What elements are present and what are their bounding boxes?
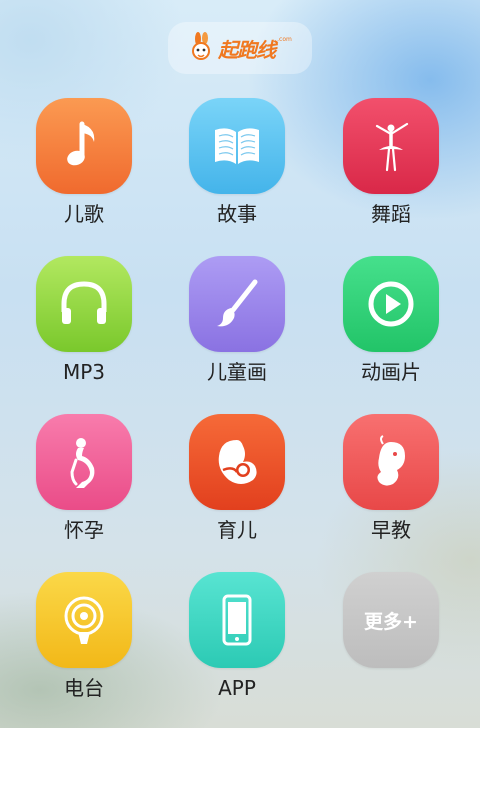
app-tile[interactable]: [189, 414, 285, 510]
app-label: 电台: [64, 676, 104, 700]
app-item-mp3[interactable]: MP3: [24, 256, 144, 396]
more-apps-item[interactable]: 更多+: [331, 572, 451, 712]
radio-broadcast-icon: [64, 596, 104, 644]
music-note-icon: [67, 121, 95, 166]
app-item-ertonghua[interactable]: 儿童画: [177, 256, 297, 396]
app-label: 儿歌: [64, 202, 104, 226]
app-tile[interactable]: [36, 98, 132, 194]
app-tile[interactable]: [343, 256, 439, 352]
app-tile[interactable]: [36, 414, 132, 510]
app-item-wudao[interactable]: 舞蹈: [331, 98, 451, 238]
app-tile[interactable]: [36, 572, 132, 668]
app-label: 动画片: [361, 360, 421, 384]
app-logo: 起跑线 .com: [168, 22, 312, 74]
logo-domain-suffix: .com: [277, 36, 292, 43]
ballerina-icon: [375, 122, 409, 172]
app-label: APP: [218, 676, 256, 700]
app-item-erge[interactable]: 儿歌: [24, 98, 144, 238]
smartphone-icon: [222, 594, 252, 646]
app-item-diantai[interactable]: 电台: [24, 572, 144, 712]
app-item-huaiyun[interactable]: 怀孕: [24, 414, 144, 554]
app-tile[interactable]: [189, 572, 285, 668]
open-book-icon: [215, 128, 259, 164]
app-item-yuer[interactable]: 育儿: [177, 414, 297, 554]
play-circle-icon: [368, 281, 414, 327]
fetus-icon: [377, 435, 405, 486]
app-label: 早教: [371, 518, 411, 542]
mother-baby-icon: [218, 440, 257, 484]
app-label: MP3: [62, 360, 106, 384]
pregnant-woman-icon: [70, 438, 95, 488]
app-label: 儿童画: [207, 360, 267, 384]
app-label: 故事: [217, 202, 257, 226]
app-label: 怀孕: [64, 518, 104, 542]
paintbrush-icon: [217, 279, 258, 327]
app-item-gushi[interactable]: 故事: [177, 98, 297, 238]
logo-text: 起跑线: [218, 37, 276, 62]
app-label: 舞蹈: [371, 202, 411, 226]
app-tile[interactable]: [343, 98, 439, 194]
app-item-app[interactable]: APP: [177, 572, 297, 712]
more-label: 更多+: [364, 610, 418, 633]
app-item-zaojiao[interactable]: 早教: [331, 414, 451, 554]
app-label: 育儿: [217, 518, 257, 542]
app-tile[interactable]: [189, 98, 285, 194]
app-tile[interactable]: [189, 256, 285, 352]
app-tile[interactable]: [343, 414, 439, 510]
app-item-donghuapian[interactable]: 动画片: [331, 256, 451, 396]
more-apps-button[interactable]: 更多+: [343, 572, 439, 668]
headphones-icon: [61, 281, 107, 324]
app-tile[interactable]: [36, 256, 132, 352]
rabbit-logo-icon: [192, 32, 211, 60]
